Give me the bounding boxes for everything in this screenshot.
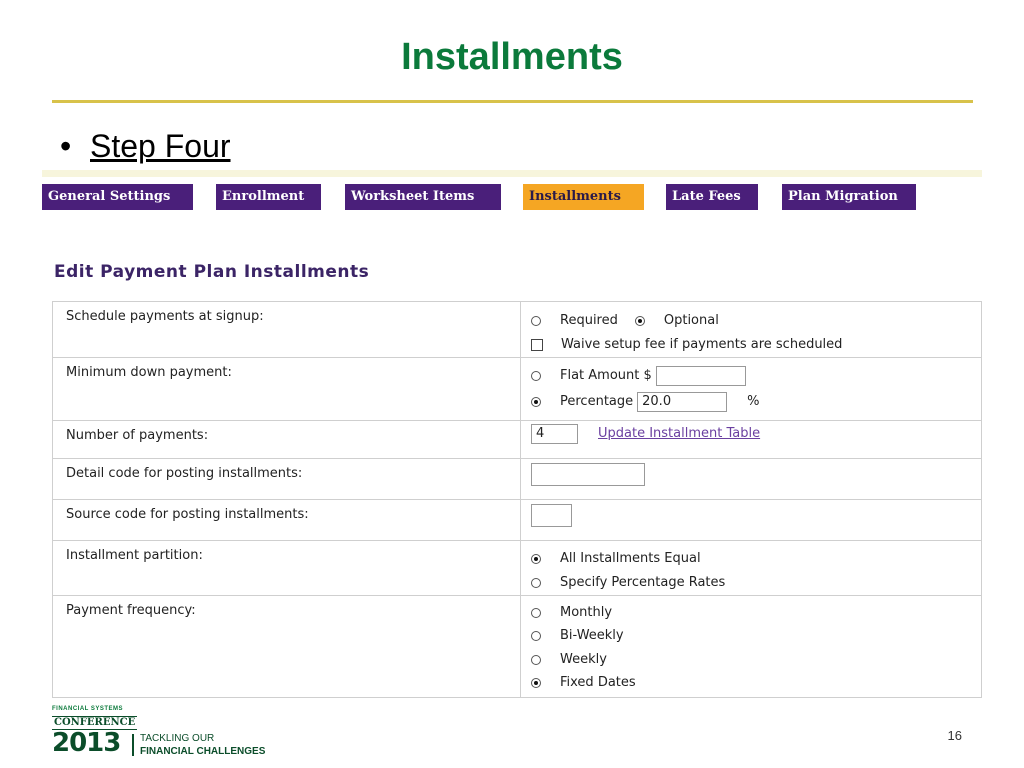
detail-code-input[interactable] — [531, 462, 645, 486]
page-number: 16 — [947, 728, 962, 743]
slide-title: Installments — [401, 36, 623, 78]
screenshot-top-bar — [42, 170, 982, 177]
flat-amount-radio[interactable] — [531, 371, 541, 381]
tab-worksheet-items[interactable]: Worksheet Items — [345, 184, 501, 210]
tab-enrollment[interactable]: Enrollment — [216, 184, 321, 210]
schedule-label: Schedule payments at signup: — [52, 301, 521, 358]
row-detail-code: Detail code for posting installments: — [52, 458, 982, 500]
required-radio[interactable] — [531, 316, 541, 326]
bi-weekly-radio[interactable] — [531, 631, 541, 642]
embedded-screenshot: General Settings Enrollment Worksheet It… — [42, 170, 982, 700]
all-equal-label: All Installments Equal — [560, 551, 701, 566]
percentage-input[interactable]: 20.0 — [637, 392, 728, 412]
logo-top-text: FINANCIAL SYSTEMS — [52, 706, 124, 712]
min-down-label: Minimum down payment: — [52, 357, 521, 421]
tab-late-fees[interactable]: Late Fees — [666, 184, 758, 210]
logo-year: 2013 — [52, 728, 121, 758]
flat-amount-input[interactable] — [655, 366, 746, 386]
all-equal-radio[interactable] — [531, 554, 541, 564]
update-installment-table-link[interactable]: Update Installment Table — [598, 422, 760, 446]
row-source-code: Source code for posting installments: — [52, 499, 982, 541]
bullet-step: • Step Four — [60, 128, 231, 165]
logo-tagline-2: FINANCIAL CHALLENGES — [140, 746, 266, 757]
bi-weekly-label: Bi-Weekly — [560, 628, 624, 644]
frequency-label: Payment frequency: — [52, 595, 521, 698]
required-label: Required — [560, 313, 618, 328]
monthly-radio[interactable] — [531, 607, 541, 618]
panel-title: Edit Payment Plan Installments — [54, 262, 370, 282]
weekly-radio[interactable] — [531, 654, 541, 665]
fixed-dates-radio[interactable] — [531, 678, 541, 689]
row-schedule-payments: Schedule payments at signup: Required Op… — [52, 301, 982, 358]
detail-code-label: Detail code for posting installments: — [52, 458, 521, 500]
logo-separator — [132, 734, 134, 756]
num-payments-label: Number of payments: — [52, 420, 521, 459]
installments-form: Schedule payments at signup: Required Op… — [52, 301, 982, 698]
monthly-label: Monthly — [560, 604, 613, 620]
flat-amount-label: Flat Amount $ — [560, 368, 652, 383]
specify-rates-radio[interactable] — [531, 578, 541, 588]
fixed-dates-label: Fixed Dates — [560, 675, 636, 691]
weekly-label: Weekly — [560, 651, 607, 667]
bullet-text: Step Four — [90, 128, 231, 164]
num-payments-input[interactable]: 4 — [531, 424, 578, 444]
optional-radio[interactable] — [634, 316, 645, 326]
source-code-label: Source code for posting installments: — [52, 499, 521, 541]
row-payment-frequency: Payment frequency: Monthly Bi-Weekly Wee… — [52, 595, 982, 698]
source-code-input[interactable] — [531, 503, 572, 527]
specify-rates-label: Specify Percentage Rates — [560, 575, 726, 590]
percent-sign: % — [747, 394, 760, 409]
row-number-of-payments: Number of payments: 4 Update Installment… — [52, 420, 982, 459]
tab-plan-migration[interactable]: Plan Migration — [782, 184, 916, 210]
optional-label: Optional — [663, 313, 719, 328]
logo-tagline-1: TACKLING OUR — [140, 733, 215, 744]
tab-general-settings[interactable]: General Settings — [42, 184, 193, 210]
percentage-label: Percentage — [560, 394, 634, 409]
percentage-radio[interactable] — [531, 397, 541, 407]
conference-logo: FINANCIAL SYSTEMS CONFERENCE 2013 TACKLI… — [52, 706, 292, 758]
row-installment-partition: Installment partition: All Installments … — [52, 540, 982, 596]
waive-fee-checkbox[interactable] — [531, 339, 543, 351]
row-minimum-down: Minimum down payment: Flat Amount $ Perc… — [52, 357, 982, 421]
bullet-dot: • — [60, 128, 72, 164]
waive-fee-label: Waive setup fee if payments are schedule… — [561, 337, 843, 352]
tab-installments[interactable]: Installments — [523, 184, 644, 210]
title-divider — [52, 100, 973, 103]
partition-label: Installment partition: — [52, 540, 521, 596]
